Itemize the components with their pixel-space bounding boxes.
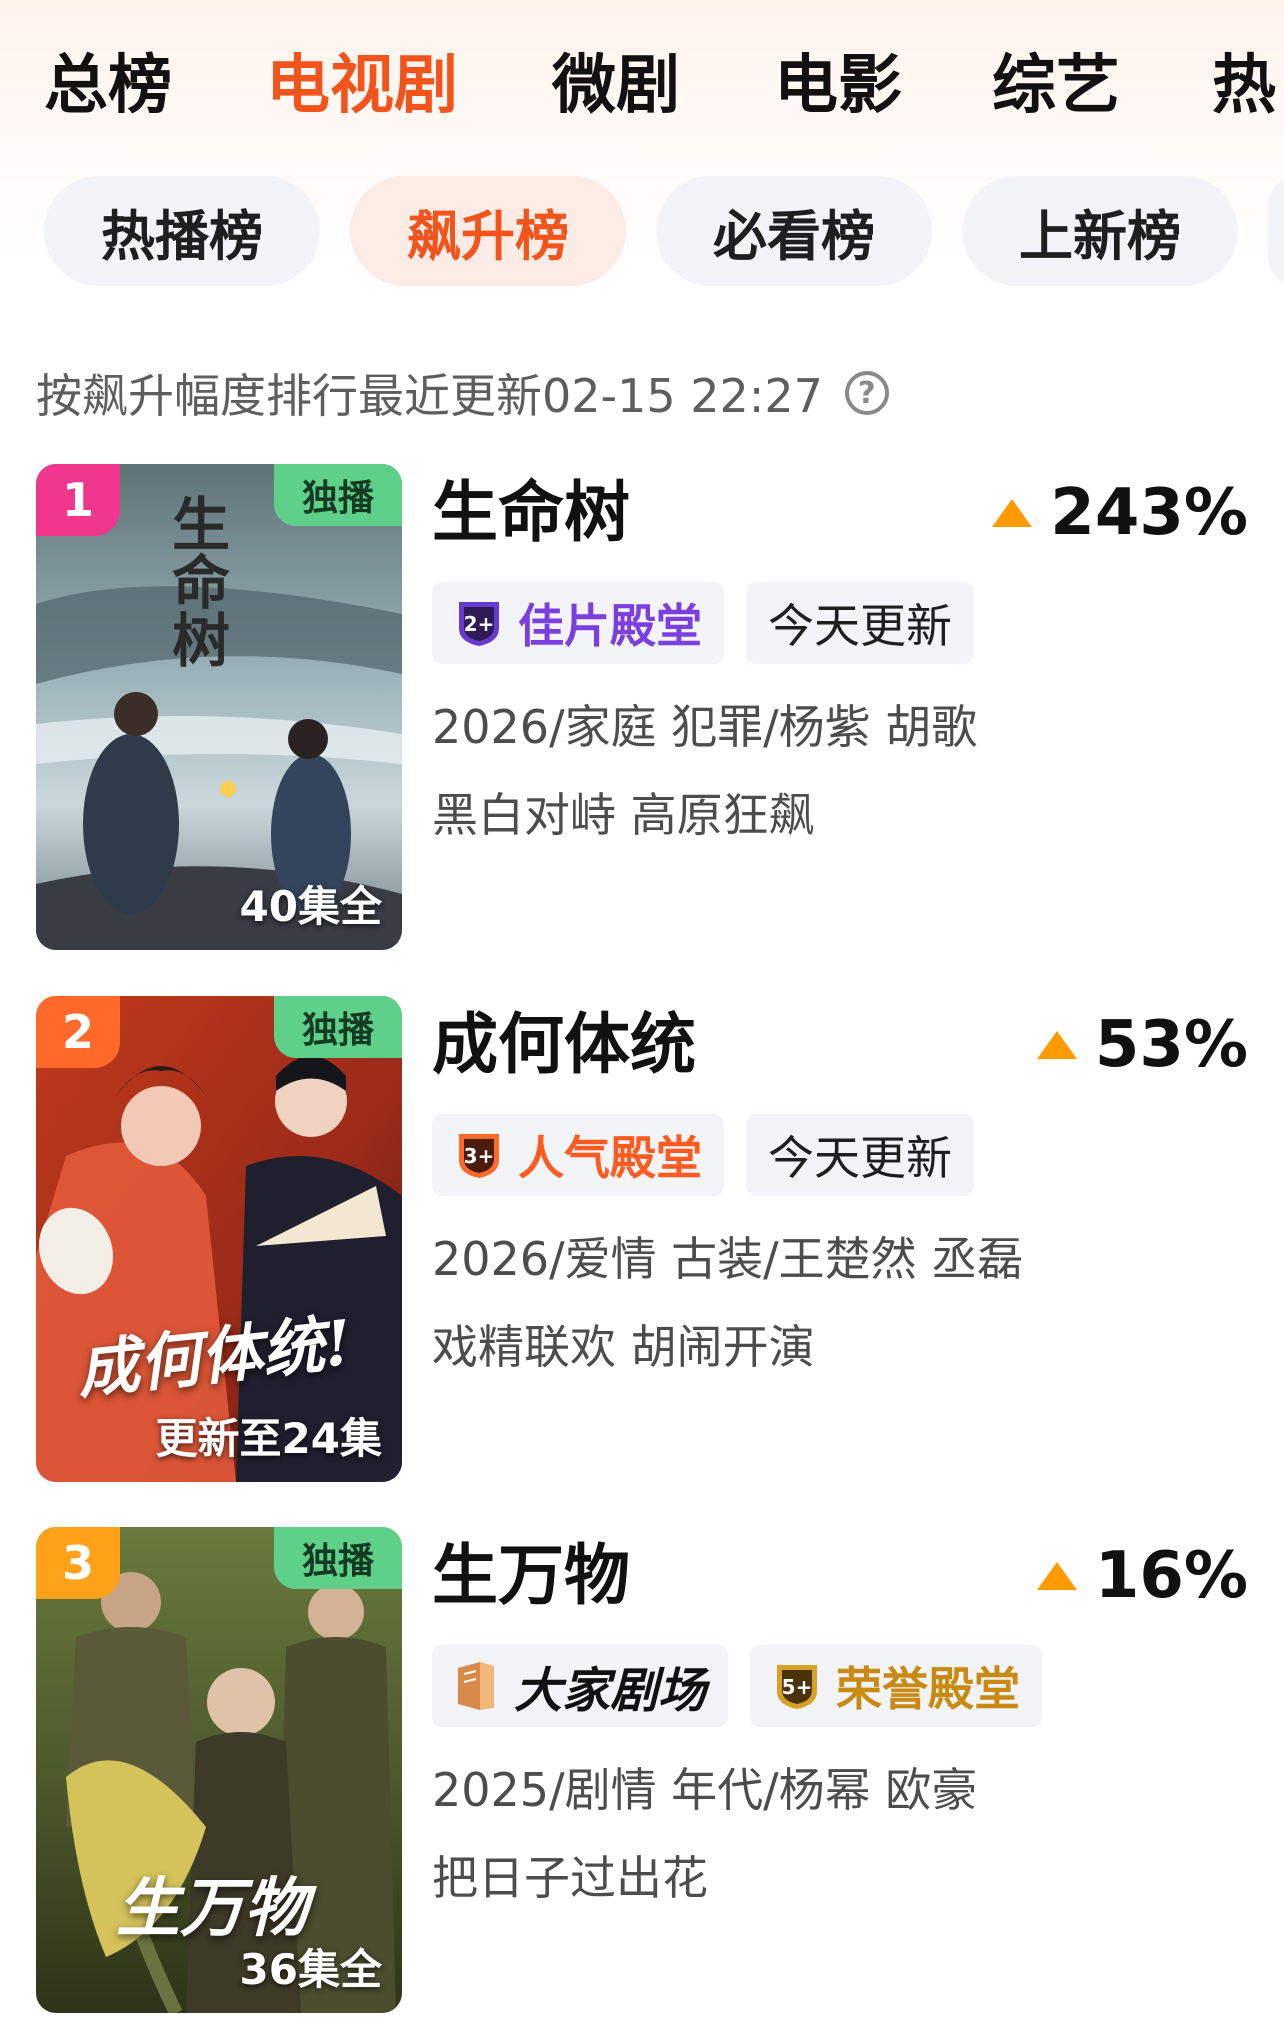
exclusive-badge: 独播 (274, 1527, 402, 1589)
poster[interactable]: 生万物 3 独播 36集全 (36, 1527, 402, 2013)
rank-badge: 2 (36, 996, 120, 1068)
tab-variety[interactable]: 综艺 (992, 46, 1120, 126)
episode-label: 40集全 (239, 882, 382, 931)
poster-title: 生命树 (162, 494, 230, 668)
poster[interactable]: 成何体统! 2 独播 更新至24集 (36, 996, 402, 1482)
episode-label: 更新至24集 (155, 1414, 382, 1463)
tab-rising-rank[interactable]: 飙升榜 (350, 176, 626, 286)
episode-label: 36集全 (239, 1945, 382, 1994)
exclusive-badge: 独播 (274, 464, 402, 526)
ranking-item[interactable]: 生命树 1 独播 40集全 生命树 243% 2+ 佳片殿堂 今天更新 2026… (0, 464, 1284, 954)
hall-tag[interactable]: 2+ 佳片殿堂 (432, 582, 724, 664)
triangle-up-icon (992, 499, 1033, 527)
rise-value: 16% (1094, 1539, 1248, 1613)
hall-badge-icon: 2+ (459, 602, 499, 646)
tag-list: 2+ 佳片殿堂 今天更新 (432, 582, 974, 664)
poster[interactable]: 生命树 1 独播 40集全 (36, 464, 402, 950)
rise-percentage: 16% (1036, 1531, 1248, 1621)
rise-value: 243% (1050, 476, 1248, 550)
hall-tag-label: 荣誉殿堂 (836, 1662, 1021, 1716)
rank-badge: 3 (36, 1527, 120, 1599)
ranking-sub-tabs: 热播榜 飙升榜 必看榜 上新榜 (0, 176, 1284, 292)
show-meta: 2026/家庭 犯罪/杨紫 胡歌 (432, 700, 978, 754)
show-description: 黑白对峙 高原狂飙 (432, 788, 815, 842)
theater-tag[interactable]: 大家剧场 (432, 1645, 729, 1727)
triangle-up-icon (1036, 1562, 1077, 1590)
hall-badge-icon: 5+ (777, 1665, 818, 1709)
hall-tag-label: 佳片殿堂 (518, 599, 702, 653)
tab-movie[interactable]: 电影 (774, 46, 902, 126)
tab-new-release-rank[interactable]: 上新榜 (962, 176, 1238, 286)
ranking-hint: 按飙升幅度排行最近更新02-15 22:27 ? (36, 358, 889, 428)
update-tag[interactable]: 今天更新 (746, 582, 974, 664)
svg-text:3+: 3+ (464, 1144, 495, 1168)
main-category-tabs: 总榜 电视剧 微剧 电影 综艺 热 (0, 32, 1284, 142)
show-meta: 2025/剧情 年代/杨幂 欧豪 (432, 1763, 978, 1817)
rise-percentage: 243% (992, 468, 1248, 558)
rise-value: 53% (1094, 1008, 1248, 1082)
tab-more-partial[interactable] (1268, 176, 1284, 286)
hall-tag[interactable]: 5+ 荣誉殿堂 (750, 1645, 1043, 1727)
tab-micro-drama[interactable]: 微剧 (552, 46, 680, 126)
tag-list: 3+ 人气殿堂 今天更新 (432, 1114, 974, 1196)
show-title[interactable]: 生命树 (432, 468, 630, 558)
update-tag[interactable]: 今天更新 (746, 1114, 974, 1196)
ranking-item[interactable]: 生万物 3 独播 36集全 生万物 16% 大家剧场 5+ 荣誉殿堂 2025/… (0, 1527, 1284, 2017)
svg-text:5+: 5+ (782, 1675, 813, 1699)
tab-all[interactable]: 总榜 (44, 46, 172, 126)
rise-percentage: 53% (1036, 1000, 1248, 1090)
hall-tag-label: 人气殿堂 (518, 1131, 702, 1185)
tab-must-watch-rank[interactable]: 必看榜 (656, 176, 932, 286)
question-circle-icon[interactable]: ? (844, 371, 889, 415)
show-description: 戏精联欢 胡闹开演 (432, 1320, 815, 1374)
show-title[interactable]: 生万物 (432, 1531, 630, 1621)
show-meta: 2026/爱情 古装/王楚然 丞磊 (432, 1232, 1024, 1286)
tab-hot[interactable]: 热 (1212, 46, 1276, 126)
ranking-hint-text: 按飙升幅度排行最近更新02-15 22:27 (36, 369, 823, 423)
tag-list: 大家剧场 5+ 荣誉殿堂 (432, 1645, 1043, 1727)
show-description: 把日子过出花 (432, 1851, 708, 1905)
show-title[interactable]: 成何体统 (432, 1000, 696, 1090)
tab-hot-play-rank[interactable]: 热播榜 (44, 176, 320, 286)
rank-badge: 1 (36, 464, 120, 536)
ranking-item[interactable]: 成何体统! 2 独播 更新至24集 成何体统 53% 3+ 人气殿堂 今天更新 … (0, 996, 1284, 1486)
theater-tag-label: 大家剧场 (514, 1663, 707, 1719)
tab-tv-series[interactable]: 电视剧 (266, 46, 458, 126)
book-icon (458, 1662, 494, 1710)
triangle-up-icon (1036, 1031, 1077, 1059)
svg-text:2+: 2+ (464, 612, 495, 636)
exclusive-badge: 独播 (274, 996, 402, 1058)
hall-badge-icon: 3+ (459, 1134, 499, 1178)
hall-tag[interactable]: 3+ 人气殿堂 (432, 1114, 724, 1196)
